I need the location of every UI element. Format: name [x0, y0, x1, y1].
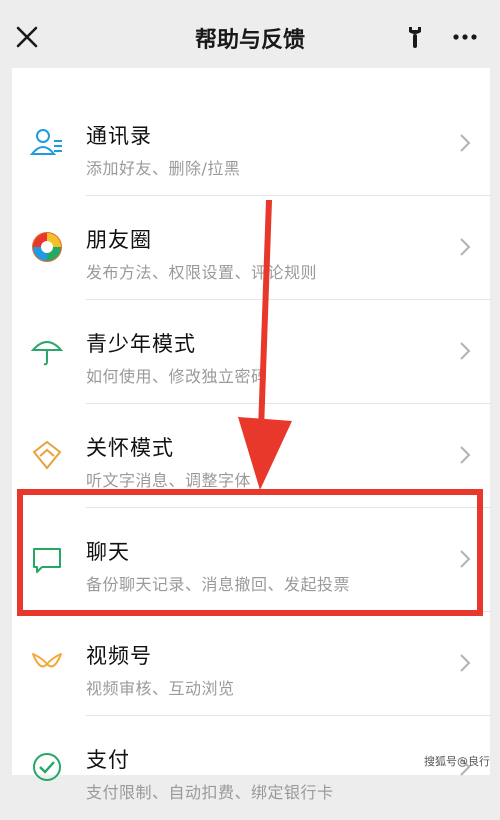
item-subtitle: 支付限制、自动扣费、绑定银行卡 [86, 783, 334, 802]
contacts-icon [30, 129, 62, 155]
chevron-right-icon [460, 342, 471, 360]
chevron-right-icon [460, 238, 471, 256]
care-icon [32, 440, 62, 470]
annotation-arrow [238, 200, 292, 490]
list-item-pay[interactable]: 支付 支付限制、自动扣费、绑定银行卡 [12, 716, 490, 820]
annotation-highlight-box [17, 489, 483, 616]
wrench-icon [409, 27, 421, 48]
item-subtitle: 添加好友、删除/拉黑 [86, 159, 241, 178]
watermark: 搜狐号@良行 [424, 755, 490, 768]
umbrella-icon [30, 341, 64, 366]
more-icon [453, 34, 477, 40]
chevron-right-icon [460, 446, 471, 464]
pay-icon [33, 753, 61, 781]
item-title: 青少年模式 [86, 332, 196, 356]
list-item-contacts[interactable]: 通讯录 添加好友、删除/拉黑 [12, 92, 490, 196]
moments-icon [32, 232, 62, 262]
item-title: 通讯录 [86, 124, 152, 148]
chevron-right-icon [460, 134, 471, 152]
top-bar: 帮助与反馈 [0, 0, 500, 76]
item-title: 朋友圈 [86, 228, 152, 252]
tool-button[interactable] [400, 22, 430, 52]
item-title: 关怀模式 [86, 436, 174, 460]
list-item-channels[interactable]: 视频号 视频审核、互动浏览 [12, 612, 490, 716]
item-title: 视频号 [86, 644, 152, 668]
item-title: 支付 [86, 748, 130, 772]
chevron-right-icon [460, 654, 471, 672]
item-subtitle: 视频审核、互动浏览 [86, 679, 235, 698]
channels-icon [32, 653, 62, 668]
more-button[interactable] [450, 22, 480, 52]
